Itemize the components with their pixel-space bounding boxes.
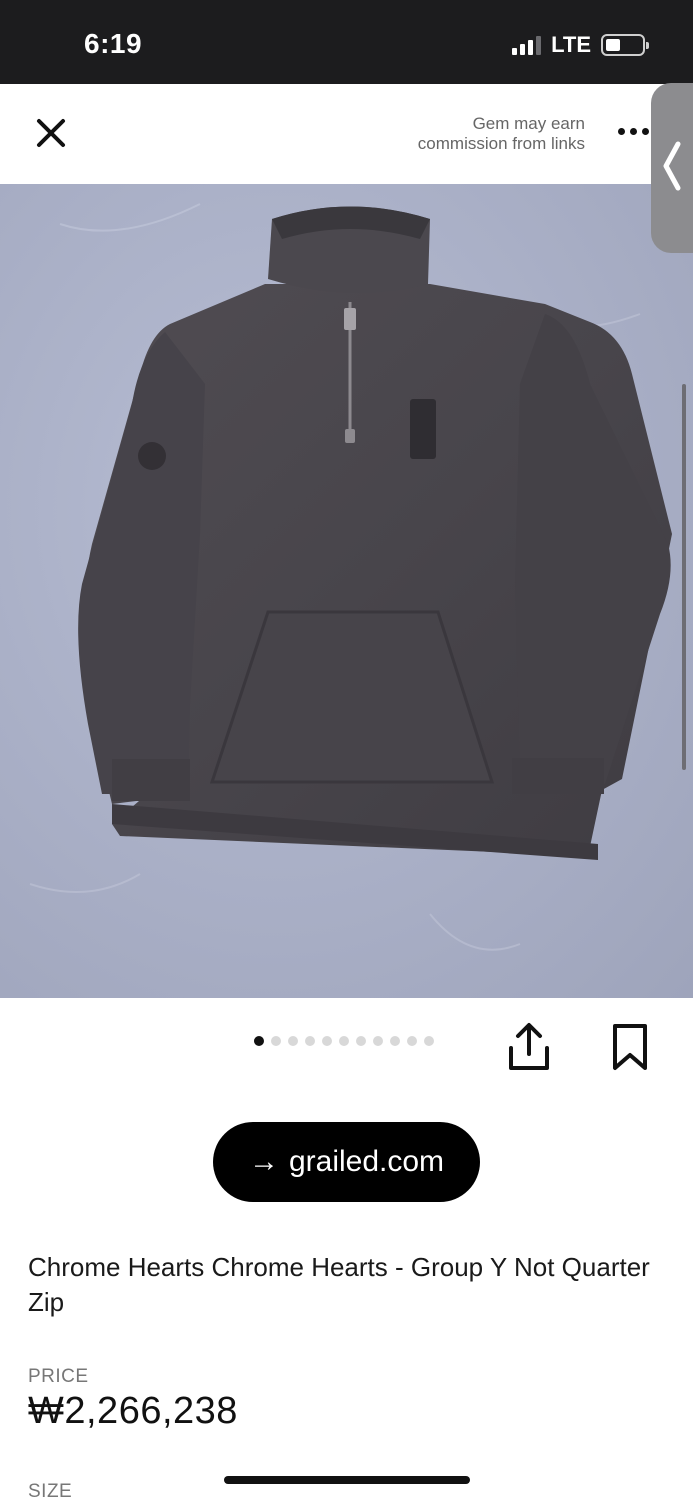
pagination-dot[interactable] xyxy=(254,1036,264,1046)
status-indicators: LTE xyxy=(512,32,649,58)
share-icon[interactable] xyxy=(505,1022,553,1074)
network-label: LTE xyxy=(551,32,591,57)
sweatshirt-image xyxy=(29,203,673,951)
store-link-button[interactable]: → grailed.com xyxy=(213,1122,480,1202)
pagination-dots[interactable] xyxy=(254,1036,434,1046)
price-label: PRICE xyxy=(28,1366,89,1387)
pagination-dot[interactable] xyxy=(390,1036,400,1046)
product-image[interactable] xyxy=(0,184,693,998)
header: Gem may earn commission from links xyxy=(0,84,693,184)
gallery-controls xyxy=(0,998,693,1088)
pagination-dot[interactable] xyxy=(356,1036,366,1046)
more-button[interactable] xyxy=(618,128,649,135)
battery-icon xyxy=(601,34,649,56)
pagination-dot[interactable] xyxy=(373,1036,383,1046)
commission-disclaimer: Gem may earn commission from links xyxy=(418,114,585,154)
bookmark-icon[interactable] xyxy=(610,1022,650,1072)
scroll-indicator[interactable] xyxy=(682,384,686,770)
arrow-right-icon: → xyxy=(248,1145,279,1178)
close-button[interactable] xyxy=(30,110,76,156)
disclaimer-line-1: Gem may earn xyxy=(472,114,585,133)
pagination-dot[interactable] xyxy=(288,1036,298,1046)
chevron-left-icon xyxy=(663,141,681,191)
pagination-dot[interactable] xyxy=(339,1036,349,1046)
pagination-dot[interactable] xyxy=(407,1036,417,1046)
pagination-dot[interactable] xyxy=(322,1036,332,1046)
price-value: ₩2,266,238 xyxy=(28,1390,238,1432)
more-icon xyxy=(618,128,625,135)
disclaimer-line-2: commission from links xyxy=(417,134,585,153)
side-panel-handle[interactable] xyxy=(651,83,693,253)
home-indicator[interactable] xyxy=(224,1476,470,1484)
store-domain: grailed.com xyxy=(288,1145,445,1178)
status-time: 6:19 xyxy=(84,28,143,59)
pagination-dot[interactable] xyxy=(424,1036,434,1046)
pagination-dot[interactable] xyxy=(271,1036,281,1046)
pagination-dot[interactable] xyxy=(305,1036,315,1046)
product-title: Chrome Hearts Chrome Hearts - Group Y No… xyxy=(28,1252,650,1317)
signal-icon xyxy=(512,35,542,55)
status-bar: 6:19 LTE xyxy=(0,0,693,84)
